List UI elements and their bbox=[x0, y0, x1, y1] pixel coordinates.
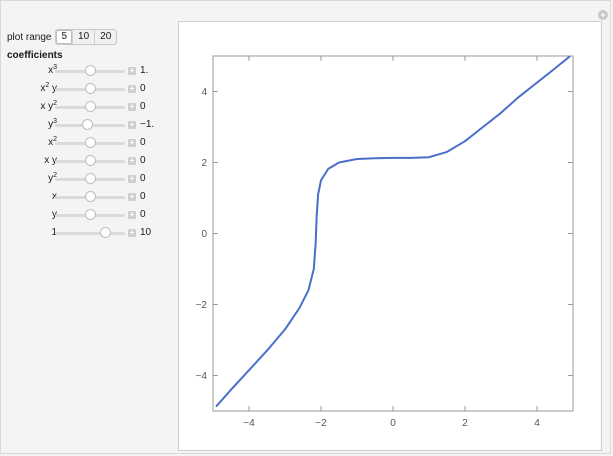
coefficient-slider-row: 1+10 bbox=[7, 224, 172, 242]
slider-thumb[interactable] bbox=[85, 173, 96, 184]
plot-range-option-20[interactable]: 20 bbox=[95, 30, 116, 44]
coefficient-slider-row: x3 +1. bbox=[7, 62, 172, 80]
coefficients-title: coefficients bbox=[7, 50, 63, 61]
slider-thumb[interactable] bbox=[85, 191, 96, 202]
slider-thumb[interactable] bbox=[100, 227, 112, 238]
slider-value: 0 bbox=[140, 173, 146, 184]
x-tick-label: 0 bbox=[390, 418, 396, 429]
slider-value: 0 bbox=[140, 191, 146, 202]
expand-slider-icon[interactable]: + bbox=[128, 211, 136, 219]
coefficient-slider-row: x y +0 bbox=[7, 152, 172, 170]
plot-panel: −4 −2 0 2 4 −4 −2 0 2 4 bbox=[178, 21, 602, 451]
slider-thumb[interactable] bbox=[85, 209, 96, 220]
coefficient-slider-row: y3 + −1. bbox=[7, 116, 172, 134]
x-tick-label: 4 bbox=[534, 418, 540, 429]
slider-value: 10 bbox=[140, 227, 152, 238]
plot-range-option-5[interactable]: 5 bbox=[56, 30, 74, 44]
expand-slider-icon[interactable]: + bbox=[128, 103, 136, 111]
slider-value: 0 bbox=[140, 101, 146, 112]
slider-track[interactable] bbox=[55, 232, 125, 235]
slider-thumb[interactable] bbox=[85, 83, 96, 94]
expand-slider-icon[interactable]: + bbox=[128, 157, 136, 165]
slider-thumb[interactable] bbox=[85, 65, 96, 76]
slider-value: 0 bbox=[140, 137, 146, 148]
controls-panel: plot range 5 10 20 coefficients x3 +1. x2 … bbox=[7, 29, 172, 238]
coefficient-slider-row: y+0 bbox=[7, 206, 172, 224]
y-tick-label: −4 bbox=[196, 371, 208, 382]
x-tick-label: 2 bbox=[462, 418, 468, 429]
slider-thumb[interactable] bbox=[85, 137, 96, 148]
y-tick-label: 2 bbox=[201, 158, 207, 169]
slider-value: 0 bbox=[140, 209, 146, 220]
plot-frame bbox=[212, 55, 574, 412]
expand-slider-icon[interactable]: + bbox=[128, 121, 136, 129]
slider-value: 1. bbox=[140, 65, 149, 76]
manipulate-panel: + plot range 5 10 20 coefficients x3 +1. x… bbox=[0, 0, 611, 454]
curve-line bbox=[215, 55, 571, 407]
coefficient-slider-row: x2 +0 bbox=[7, 134, 172, 152]
term-base: x y bbox=[40, 101, 54, 112]
plot-range-option-10[interactable]: 10 bbox=[73, 30, 96, 44]
y-tick-label: 0 bbox=[201, 229, 207, 240]
slider-thumb[interactable] bbox=[81, 119, 93, 130]
y-tick-label: −2 bbox=[196, 300, 208, 311]
expand-slider-icon[interactable]: + bbox=[128, 193, 136, 201]
coefficient-slider-row: x y2 +0 bbox=[7, 98, 172, 116]
slider-thumb[interactable] bbox=[85, 101, 96, 112]
expand-slider-icon[interactable]: + bbox=[128, 67, 136, 75]
expand-slider-icon[interactable]: + bbox=[128, 175, 136, 183]
expand-slider-icon[interactable]: + bbox=[128, 139, 136, 147]
plot-range-label: plot range bbox=[7, 31, 52, 43]
slider-value: −1. bbox=[140, 119, 155, 130]
y-tick-label: 4 bbox=[201, 87, 207, 98]
plot-range-row: plot range 5 10 20 bbox=[7, 29, 172, 45]
x-tick-label: −4 bbox=[243, 418, 255, 429]
coefficient-slider-row: x2 y +0 bbox=[7, 80, 172, 98]
slider-value: 0 bbox=[140, 155, 146, 166]
slider-value: 0 bbox=[140, 83, 146, 94]
expand-slider-icon[interactable]: + bbox=[128, 229, 136, 237]
coefficient-slider-row: x+0 bbox=[7, 188, 172, 206]
close-icon[interactable]: + bbox=[598, 10, 608, 20]
plot-range-setter: 5 10 20 bbox=[55, 29, 118, 45]
expand-slider-icon[interactable]: + bbox=[128, 85, 136, 93]
slider-thumb[interactable] bbox=[85, 155, 96, 166]
coefficient-slider-row: y2 +0 bbox=[7, 170, 172, 188]
implicit-curve-plot: −4 −2 0 2 4 −4 −2 0 2 4 bbox=[196, 55, 574, 429]
x-tick-label: −2 bbox=[315, 418, 327, 429]
